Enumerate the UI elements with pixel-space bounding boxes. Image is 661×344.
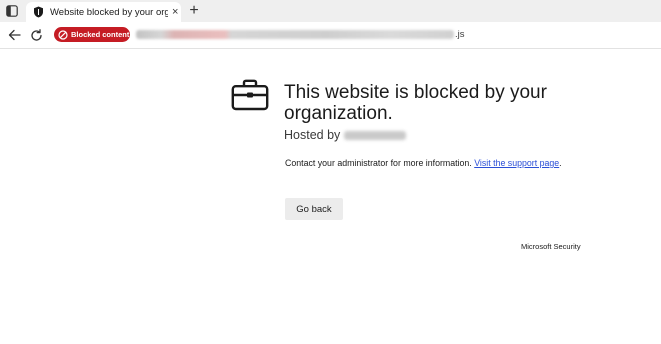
info-text: Contact your administrator for more info… <box>285 158 475 168</box>
info-message: Contact your administrator for more info… <box>285 157 585 170</box>
back-arrow-icon[interactable] <box>6 27 22 43</box>
blocked-circle-icon <box>58 29 68 40</box>
hosted-by-line: Hosted by <box>284 127 407 143</box>
briefcase-icon <box>231 79 269 111</box>
support-page-link[interactable]: Visit the support page <box>474 158 559 168</box>
blocked-content-badge[interactable]: Blocked content <box>54 27 130 42</box>
shield-icon <box>32 6 44 18</box>
tab-strip: Website blocked by your organiza × + <box>0 0 661 22</box>
page-title: This website is blocked by your organiza… <box>284 82 547 124</box>
reload-icon[interactable] <box>28 27 44 43</box>
info-suffix: . <box>559 158 562 168</box>
go-back-button[interactable]: Go back <box>285 198 343 220</box>
footer-brand: Microsoft Security <box>521 242 581 251</box>
hosted-by-label: Hosted by <box>284 128 341 142</box>
url-suffix[interactable]: .js <box>455 29 465 40</box>
blurred-url[interactable] <box>136 30 454 39</box>
tab-close-icon[interactable]: × <box>172 6 178 18</box>
tab-title: Website blocked by your organiza <box>50 6 168 18</box>
blurred-host <box>344 130 407 140</box>
navigation-bar: Blocked content .js <box>0 22 661 49</box>
tab-actions-icon[interactable] <box>4 3 20 19</box>
browser-tab[interactable]: Website blocked by your organiza × <box>26 2 181 22</box>
blocked-content-label: Blocked content <box>71 30 130 39</box>
new-tab-button[interactable]: + <box>186 2 202 20</box>
